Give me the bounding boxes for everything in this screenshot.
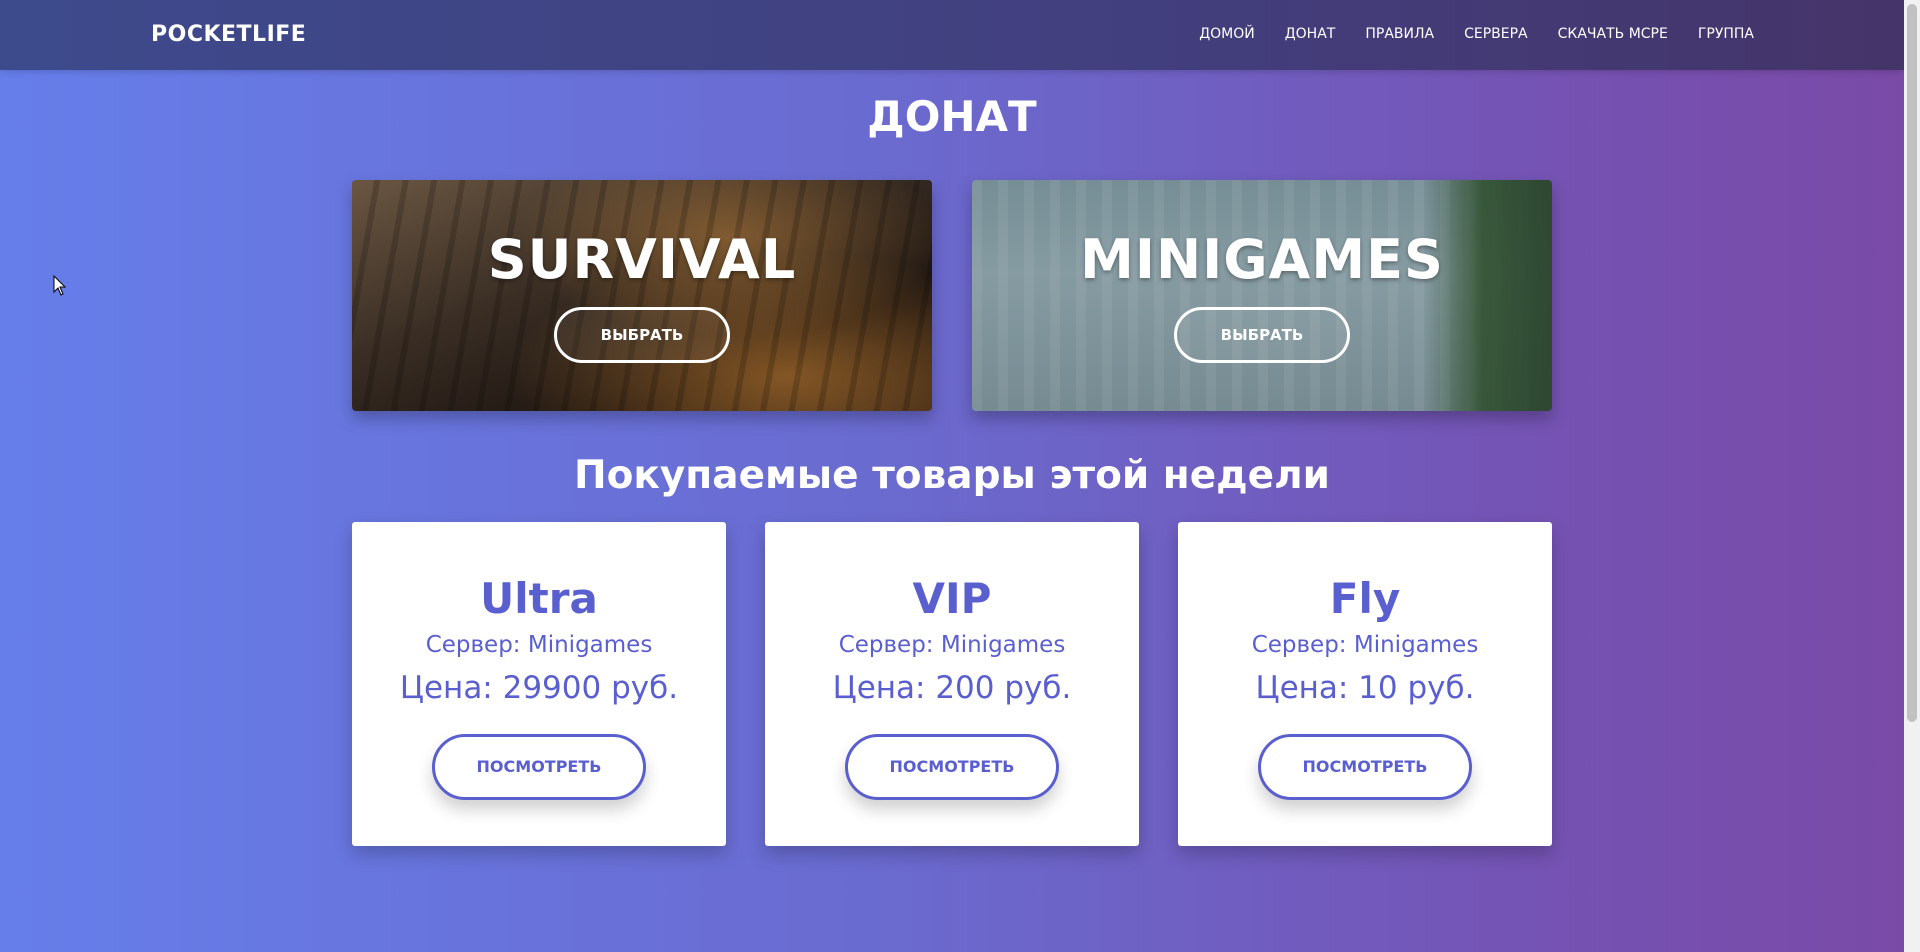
view-ultra-button[interactable]: ПОСМОТРЕТЬ [432, 734, 646, 800]
product-price: Цена: 10 руб. [1255, 670, 1475, 706]
navbar: POCKETLIFE ДОМОЙ ДОНАТ ПРАВИЛА СЕРВЕРА С… [0, 0, 1904, 70]
scrollbar-thumb[interactable] [1907, 4, 1917, 722]
section-title: Покупаемые товары этой недели [573, 453, 1331, 498]
nav-link-home[interactable]: ДОМОЙ [1199, 26, 1255, 42]
nav-links: ДОМОЙ ДОНАТ ПРАВИЛА СЕРВЕРА СКАЧАТЬ MCPE… [1169, 26, 1754, 42]
vertical-scrollbar[interactable] [1904, 0, 1920, 952]
server-name: SURVIVAL [487, 228, 797, 291]
nav-link-donate[interactable]: ДОНАТ [1285, 26, 1336, 42]
product-price: Цена: 29900 руб. [399, 670, 679, 706]
product-server: Сервер: Minigames [1251, 632, 1479, 658]
nav-link-group[interactable]: ГРУППА [1698, 26, 1754, 42]
product-name: Ultra [480, 574, 598, 623]
product-card-ultra: Ultra Сервер: Minigames Цена: 29900 руб.… [352, 522, 726, 846]
product-name: Fly [1329, 574, 1401, 623]
mouse-cursor-icon [53, 275, 67, 296]
page-title: ДОНАТ [867, 92, 1037, 141]
nav-link-rules[interactable]: ПРАВИЛА [1365, 26, 1434, 42]
choose-survival-button[interactable]: ВЫБРАТЬ [554, 307, 730, 363]
choose-minigames-button[interactable]: ВЫБРАТЬ [1174, 307, 1350, 363]
nav-link-servers[interactable]: СЕРВЕРА [1464, 26, 1528, 42]
server-card-minigames[interactable]: MINIGAMES ВЫБРАТЬ [972, 180, 1552, 411]
server-card-survival[interactable]: SURVIVAL ВЫБРАТЬ [352, 180, 932, 411]
product-server: Сервер: Minigames [838, 632, 1066, 658]
product-card-vip: VIP Сервер: Minigames Цена: 200 руб. ПОС… [765, 522, 1139, 846]
product-server: Сервер: Minigames [425, 632, 653, 658]
view-fly-button[interactable]: ПОСМОТРЕТЬ [1258, 734, 1472, 800]
product-price: Цена: 200 руб. [832, 670, 1072, 706]
brand-logo[interactable]: POCKETLIFE [151, 22, 306, 47]
server-name: MINIGAMES [1080, 228, 1444, 291]
product-card-fly: Fly Сервер: Minigames Цена: 10 руб. ПОСМ… [1178, 522, 1552, 846]
nav-link-download-mcpe[interactable]: СКАЧАТЬ MCPE [1558, 26, 1668, 42]
view-vip-button[interactable]: ПОСМОТРЕТЬ [845, 734, 1059, 800]
product-name: VIP [912, 574, 992, 623]
